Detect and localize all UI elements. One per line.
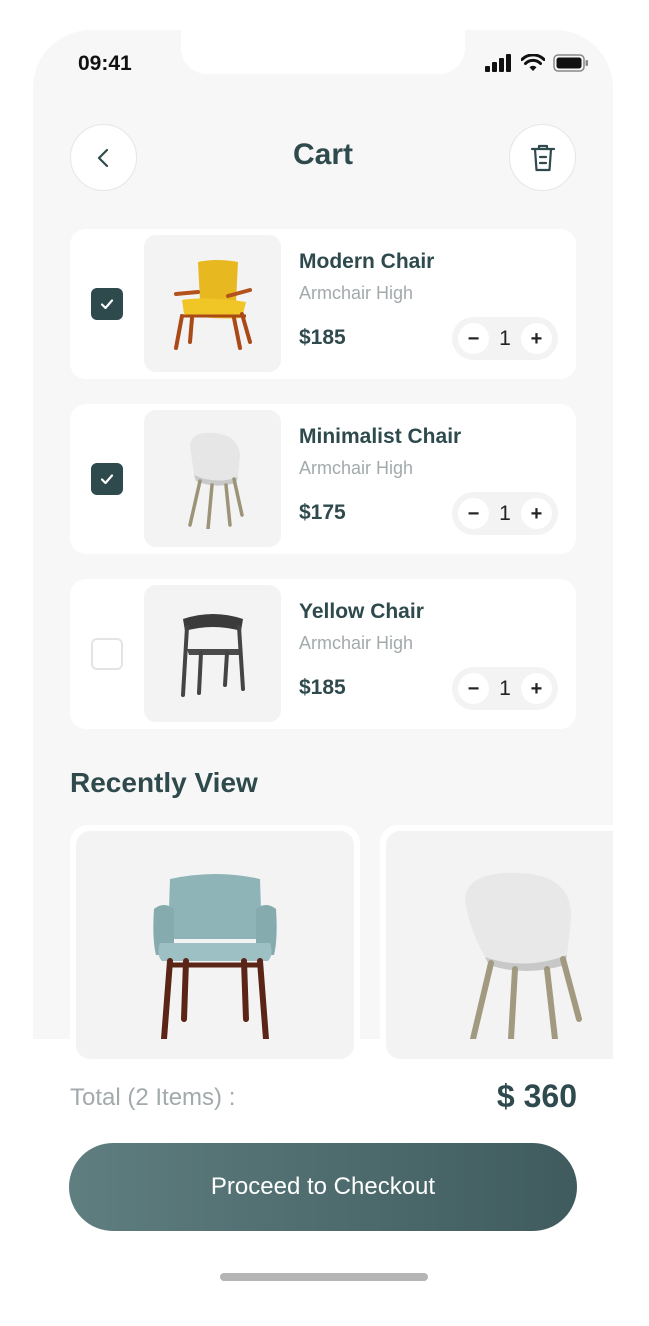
section-title: Recently View <box>70 767 258 798</box>
yellow-armchair-image <box>173 259 252 350</box>
cart-item[interactable]: Modern Chair Armchair High $185 − 1 + <box>70 229 576 379</box>
recently-viewed-card[interactable] <box>380 825 613 1065</box>
increase-button[interactable]: + <box>521 323 552 354</box>
battery-icon <box>553 54 588 72</box>
notch <box>181 30 465 74</box>
signal-icon <box>485 54 511 72</box>
quantity-stepper: − 1 + <box>452 667 558 710</box>
status-time: 09:41 <box>78 52 132 75</box>
status-icons <box>485 54 589 72</box>
item-subtitle: Armchair High <box>299 458 414 478</box>
item-price: $185 <box>299 326 346 349</box>
item-price: $175 <box>299 501 346 524</box>
product-image <box>144 410 281 547</box>
wifi-icon <box>521 54 545 71</box>
total-label: Total (2 Items) : <box>70 1084 236 1111</box>
item-name: Yellow Chair <box>299 600 424 623</box>
item-checkbox[interactable] <box>91 638 123 670</box>
product-image <box>386 831 613 1059</box>
quantity-stepper: − 1 + <box>452 492 558 535</box>
phone-screen: 09:41 Cart Modern Chair Armchair High $1… <box>33 30 613 1326</box>
item-name: Modern Chair <box>299 250 435 273</box>
check-icon <box>100 474 114 485</box>
white-shell-chair-image <box>465 872 582 1039</box>
home-indicator <box>220 1273 428 1281</box>
item-checkbox[interactable] <box>91 463 123 495</box>
item-subtitle: Armchair High <box>299 633 414 653</box>
dark-chair-image <box>180 613 245 697</box>
item-checkbox[interactable] <box>91 288 123 320</box>
item-price: $185 <box>299 676 346 699</box>
product-image <box>76 831 354 1059</box>
item-name: Minimalist Chair <box>299 425 462 448</box>
white-shell-chair-image <box>187 432 244 529</box>
trash-icon <box>530 144 555 171</box>
checkout-button[interactable]: Proceed to Checkout <box>69 1143 577 1231</box>
product-image <box>144 585 281 722</box>
quantity-stepper: − 1 + <box>452 317 558 360</box>
teal-armchair-image <box>153 874 277 1039</box>
increase-button[interactable]: + <box>521 673 552 704</box>
total-value: $ 360 <box>496 1078 577 1114</box>
recently-viewed-card[interactable] <box>70 825 360 1065</box>
product-image <box>144 235 281 372</box>
check-icon <box>100 299 114 310</box>
delete-button[interactable] <box>509 124 576 191</box>
cart-item[interactable]: Minimalist Chair Armchair High $175 − 1 … <box>70 404 576 554</box>
increase-button[interactable]: + <box>521 498 552 529</box>
cart-item[interactable]: Yellow Chair Armchair High $185 − 1 + <box>70 579 576 729</box>
item-subtitle: Armchair High <box>299 283 414 303</box>
